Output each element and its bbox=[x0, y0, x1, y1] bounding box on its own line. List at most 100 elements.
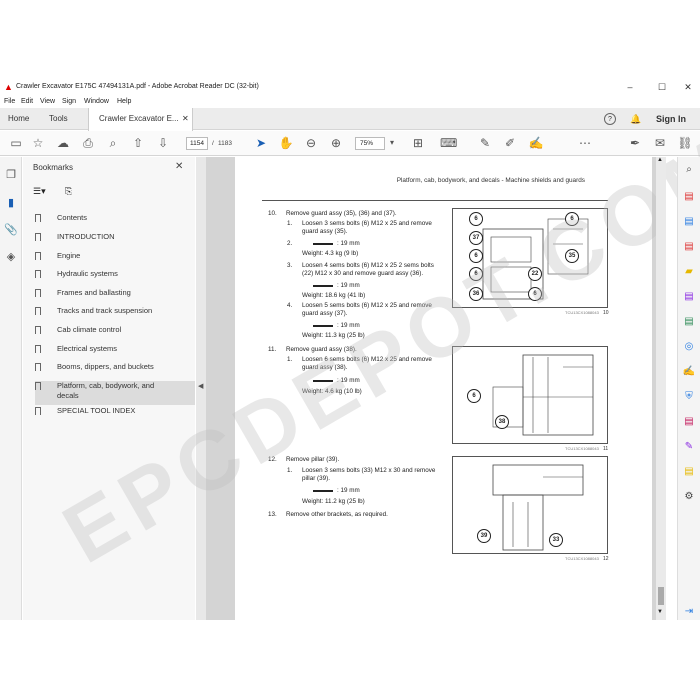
bookmark-item[interactable]: Tracks and track suspension bbox=[35, 306, 195, 318]
keyboard-icon[interactable]: ⌨ bbox=[440, 135, 457, 151]
collapse-panel-icon[interactable]: ◀ bbox=[198, 382, 203, 390]
combine-files-icon[interactable]: ▤ bbox=[682, 290, 696, 304]
bookmark-options-icon[interactable]: ☰▾ bbox=[33, 186, 46, 197]
menu-edit[interactable]: Edit bbox=[21, 95, 33, 108]
step-text: Loosen 4 sems bolts (6) M12 x 25 2 sems … bbox=[302, 262, 434, 277]
menu-sign[interactable]: Sign bbox=[62, 95, 76, 108]
menu-window[interactable]: Window bbox=[84, 95, 109, 108]
wrench-size-value: : 19 mm bbox=[337, 322, 360, 329]
wrench-icon bbox=[313, 378, 333, 383]
zoom-dropdown-icon[interactable]: ▾ bbox=[384, 135, 400, 151]
step-number: 1. bbox=[287, 356, 293, 363]
save-icon[interactable]: ▭ bbox=[8, 135, 24, 151]
close-window-button[interactable]: ✕ bbox=[676, 80, 700, 94]
scroll-up-icon[interactable]: ▲ bbox=[657, 157, 663, 163]
step-text: Remove guard assy (38). bbox=[286, 346, 357, 353]
bookmark-item[interactable]: Platform, cab, bodywork, and decals bbox=[35, 381, 195, 405]
bookmark-label: Contents bbox=[57, 213, 88, 222]
highlight-icon[interactable]: ✐ bbox=[502, 135, 518, 151]
scroll-down-icon[interactable]: ▼ bbox=[657, 609, 663, 615]
edit-pdf-icon[interactable]: ▤ bbox=[682, 240, 696, 254]
step-text: Loosen 3 sems bolts (6) M12 x 25 and rem… bbox=[302, 220, 432, 235]
bookmark-item[interactable]: Booms, dippers, and buckets bbox=[35, 362, 195, 374]
attachments-icon[interactable]: 📎 bbox=[3, 222, 19, 238]
fill-sign-icon[interactable]: ✍ bbox=[682, 365, 696, 379]
wrench-size-value: : 19 mm bbox=[337, 487, 360, 494]
organize-pages-icon[interactable]: ▤ bbox=[682, 315, 696, 329]
bookmark-label: Frames and ballasting bbox=[57, 288, 131, 297]
close-panel-icon[interactable]: ✕ bbox=[175, 161, 183, 172]
maximize-button[interactable]: ☐ bbox=[650, 80, 674, 94]
more-options-icon[interactable]: ⋯ bbox=[577, 135, 593, 151]
send-for-signature-icon[interactable]: ▤ bbox=[682, 415, 696, 429]
page-up-icon[interactable]: ⇧ bbox=[130, 135, 146, 151]
zoom-in-icon[interactable]: ⊕ bbox=[328, 135, 344, 151]
request-signature-icon[interactable]: ✎ bbox=[682, 440, 696, 454]
page-down-icon[interactable]: ⇩ bbox=[155, 135, 171, 151]
share-link-icon[interactable]: ⛓ bbox=[677, 135, 693, 151]
bookmark-icon bbox=[35, 214, 41, 222]
step-text: Loosen 3 sems bolts (33) M12 x 30 and re… bbox=[302, 467, 436, 482]
protect-icon[interactable]: ⛨ bbox=[682, 390, 696, 404]
bookmark-item[interactable]: Engine bbox=[35, 251, 195, 263]
expand-panel-icon[interactable]: ⇥ bbox=[682, 605, 696, 619]
help-icon[interactable]: ? bbox=[604, 113, 616, 125]
wrench-size-value: : 19 mm bbox=[337, 282, 360, 289]
page-number-input[interactable]: 1154 bbox=[186, 137, 208, 150]
callout-bubble: 38 bbox=[495, 415, 509, 429]
zoom-search-icon[interactable]: ⌕ bbox=[105, 135, 121, 151]
right-tools-rail: ⌕ ▤ ▤ ▤ ▰ ▤ ▤ ◎ ✍ ⛨ ▤ ✎ ▤ ⚙ ⇥ bbox=[677, 157, 700, 620]
bookmark-star-icon[interactable]: ☆ bbox=[30, 135, 46, 151]
tab-document[interactable]: Crawler Excavator E... ✕ bbox=[88, 108, 193, 131]
hand-tool-icon[interactable]: ✋ bbox=[278, 135, 294, 151]
send-for-comments-icon[interactable]: ▤ bbox=[682, 465, 696, 479]
draw-icon[interactable]: ✍ bbox=[528, 135, 544, 151]
page-thumbnails-icon[interactable]: ❐ bbox=[3, 167, 19, 183]
menu-view[interactable]: View bbox=[40, 95, 55, 108]
bookmark-item[interactable]: Cab climate control bbox=[35, 325, 195, 337]
page-total: 1183 bbox=[218, 140, 232, 147]
bookmark-label: INTRODUCTION bbox=[57, 232, 115, 241]
menu-help[interactable]: Help bbox=[117, 95, 131, 108]
vertical-scrollbar[interactable]: ▲ ▼ bbox=[656, 157, 666, 620]
export-pdf-icon[interactable]: ▤ bbox=[682, 190, 696, 204]
print-icon[interactable]: ⎙ bbox=[80, 135, 96, 151]
bookmarks-icon[interactable]: ▮ bbox=[3, 195, 19, 211]
sign-pen-icon[interactable]: ✒ bbox=[627, 135, 643, 151]
zoom-out-icon[interactable]: ⊖ bbox=[303, 135, 319, 151]
email-icon[interactable]: ✉ bbox=[652, 135, 668, 151]
bookmarks-panel: Bookmarks ✕ ☰▾ ⎘ Contents INTRODUCTION Eng… bbox=[23, 157, 195, 620]
create-pdf-icon[interactable]: ▤ bbox=[682, 215, 696, 229]
zoom-select[interactable]: 75% bbox=[355, 137, 385, 150]
upload-cloud-icon[interactable]: ☁ bbox=[55, 135, 71, 151]
step-text: Remove pillar (39). bbox=[286, 456, 340, 463]
select-arrow-icon[interactable]: ➤ bbox=[253, 135, 269, 151]
search-tools-icon[interactable]: ⌕ bbox=[682, 163, 696, 177]
sign-in-link[interactable]: Sign In bbox=[656, 108, 686, 130]
callout-bubble: 36 bbox=[469, 287, 483, 301]
scroll-thumb[interactable] bbox=[658, 587, 664, 605]
bookmark-item[interactable]: SPECIAL TOOL INDEX bbox=[35, 406, 195, 418]
bookmark-icon bbox=[35, 233, 41, 241]
bookmark-item[interactable]: Contents bbox=[35, 213, 195, 225]
bookmark-item[interactable]: Electrical systems bbox=[35, 344, 195, 356]
bookmark-item[interactable]: Frames and ballasting bbox=[35, 288, 195, 300]
notification-bell-icon[interactable]: 🔔 bbox=[630, 108, 641, 130]
tab-close-icon[interactable]: ✕ bbox=[182, 108, 189, 130]
comment-tool-icon[interactable]: ▰ bbox=[682, 265, 696, 279]
layers-icon[interactable]: ◈ bbox=[3, 249, 19, 265]
menu-file[interactable]: File bbox=[4, 95, 15, 108]
tab-tools[interactable]: Tools bbox=[49, 108, 68, 130]
tab-home[interactable]: Home bbox=[8, 108, 29, 130]
fit-page-icon[interactable]: ⊞ bbox=[410, 135, 426, 151]
more-tools-icon[interactable]: ⚙ bbox=[682, 490, 696, 504]
comment-icon[interactable]: ✎ bbox=[477, 135, 493, 151]
minimize-button[interactable]: – bbox=[618, 80, 642, 94]
bookmark-item[interactable]: Hydraulic systems bbox=[35, 269, 195, 281]
new-bookmark-icon[interactable]: ⎘ bbox=[65, 186, 72, 197]
callout-bubble: 6 bbox=[528, 287, 542, 301]
bookmark-item[interactable]: INTRODUCTION bbox=[35, 232, 195, 244]
panel-splitter[interactable]: ◀ bbox=[196, 157, 206, 620]
scan-ocr-icon[interactable]: ◎ bbox=[682, 340, 696, 354]
step-wrench-size: : 19 mm bbox=[313, 487, 453, 495]
